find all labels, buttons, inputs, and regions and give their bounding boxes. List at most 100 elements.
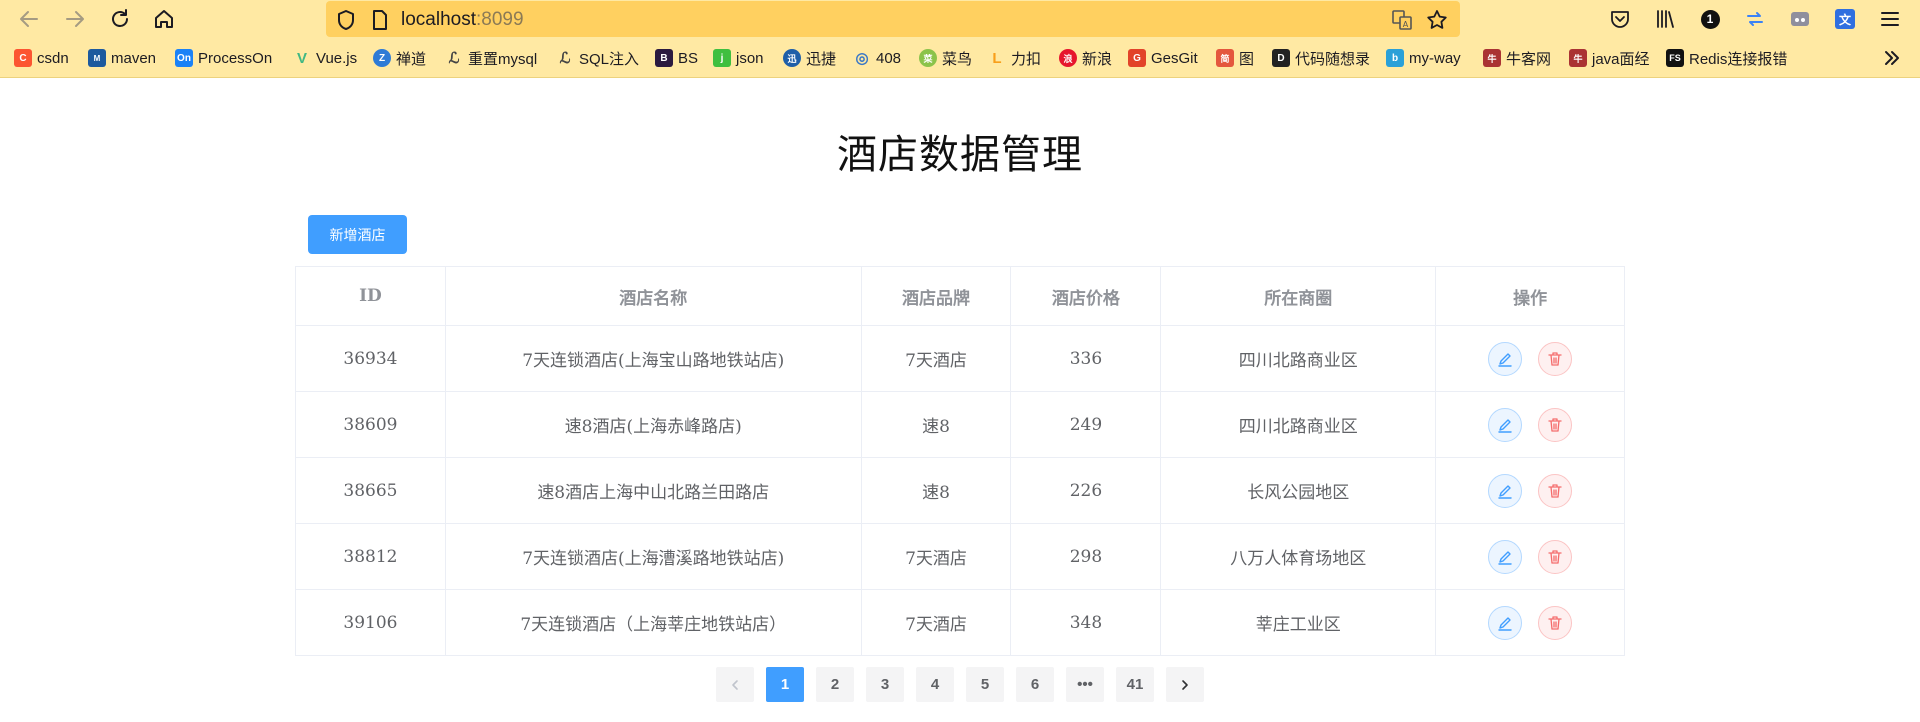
bookmark-image[interactable]: 简图 (1216, 47, 1254, 69)
more-pages-button[interactable]: ••• (1066, 667, 1104, 702)
bookmark-xunjie[interactable]: 迅迅捷 (783, 47, 836, 69)
bookmark-nowcoder[interactable]: 牛牛客网 (1483, 47, 1551, 69)
nowcoder-icon: 牛 (1483, 49, 1501, 67)
chevron-left-icon (732, 679, 738, 690)
delete-icon (1548, 417, 1562, 432)
bookmark-json[interactable]: j json (713, 47, 764, 69)
bookmark-redis-error[interactable]: FS Redis连接报错 (1666, 47, 1787, 69)
translate-extension-icon[interactable]: 文 (1830, 4, 1860, 34)
pagination: 1 2 3 4 5 6 ••• 41 (716, 667, 1216, 702)
bookmark-sql-injection[interactable]: ℒ SQL注入 (556, 47, 639, 69)
cell-id: 38665 (296, 458, 446, 523)
url-text[interactable]: localhost:8099 (401, 9, 524, 31)
svg-text:文: 文 (1839, 12, 1852, 27)
bookmark-java-interview[interactable]: 牛 java面经 (1569, 47, 1650, 69)
cell-brand: 7天酒店 (862, 326, 1012, 391)
cell-actions (1436, 326, 1626, 391)
bookmark-gesgit[interactable]: G GesGit (1128, 47, 1198, 69)
cell-price: 249 (1011, 392, 1162, 457)
bookmarks-overflow-button[interactable] (1883, 47, 1901, 69)
shield-icon[interactable] (332, 6, 360, 34)
bookmarks-bar: Ccsdn Mmaven On ProcessOn V Vue.js Z 禅道 ℒ 重置… (0, 38, 1920, 78)
cell-price: 298 (1011, 524, 1162, 589)
bookmark-reset-mysql[interactable]: ℒ 重置mysql (445, 47, 538, 69)
address-bar[interactable]: localhost:8099 A (326, 1, 1460, 37)
edit-button[interactable] (1488, 407, 1523, 442)
table-row: 39106 7天连锁酒店（上海莘庄地铁站店） 7天酒店 348 莘庄工业区 (296, 590, 1626, 656)
next-page-button[interactable] (1166, 667, 1204, 702)
runoob-icon: 菜 (919, 49, 937, 67)
page-button-2[interactable]: 2 (816, 667, 854, 702)
bookmark-leetcode[interactable]: L 力扣 (988, 47, 1041, 69)
bookmark-bs[interactable]: B BS (655, 47, 698, 69)
back-button[interactable] (14, 5, 44, 33)
delete-button[interactable] (1538, 605, 1573, 640)
cell-name: 7天连锁酒店（上海莘庄地铁站店） (446, 590, 862, 655)
cell-id: 36934 (296, 326, 446, 391)
add-hotel-button[interactable]: 新增酒店 (308, 215, 407, 254)
csdn-icon: C (14, 49, 32, 67)
delete-button[interactable] (1538, 539, 1573, 574)
bookmark-zentao[interactable]: Z 禅道 (373, 47, 426, 69)
edit-button[interactable] (1488, 473, 1523, 508)
forward-button[interactable] (60, 5, 90, 33)
edit-icon (1498, 418, 1512, 433)
extension-counter-icon[interactable]: 1 (1695, 4, 1725, 34)
edit-icon (1498, 352, 1512, 367)
double-chevron-right-icon (1885, 51, 1899, 65)
cell-brand: 速8 (862, 392, 1012, 457)
nowcoder-icon: 牛 (1569, 49, 1587, 67)
edit-button[interactable] (1488, 539, 1523, 574)
page-title: 酒店数据管理 (837, 132, 1083, 178)
table-row: 36934 7天连锁酒店(上海宝山路地铁站店) 7天酒店 336 四川北路商业区 (296, 326, 1626, 392)
bookmark-sina[interactable]: 浪新浪 (1059, 47, 1112, 69)
library-icon[interactable] (1650, 4, 1680, 34)
delete-button[interactable] (1538, 341, 1573, 376)
page-button-5[interactable]: 5 (966, 667, 1004, 702)
bookmark-my-way[interactable]: b my-way (1386, 47, 1461, 69)
translate-icon[interactable]: A (1388, 6, 1416, 34)
edit-button[interactable] (1488, 341, 1523, 376)
maven-icon: M (88, 49, 106, 67)
cell-name: 7天连锁酒店(上海宝山路地铁站店) (446, 326, 862, 391)
container-icon[interactable] (1785, 4, 1815, 34)
home-button[interactable] (149, 5, 179, 33)
prev-page-button[interactable] (716, 667, 754, 702)
cell-name: 速8酒店上海中山北路兰田路店 (446, 458, 862, 523)
bookmark-csdn[interactable]: Ccsdn (14, 47, 69, 69)
page-button-6[interactable]: 6 (1016, 667, 1054, 702)
forward-arrow-icon (66, 11, 84, 27)
bookmark-star-icon[interactable] (1423, 6, 1451, 34)
cell-area: 四川北路商业区 (1161, 392, 1437, 457)
bilibili-icon: b (1386, 49, 1404, 67)
edit-button[interactable] (1488, 605, 1523, 640)
page-button-1[interactable]: 1 (766, 667, 804, 702)
bookmark-processon[interactable]: On ProcessOn (175, 47, 272, 69)
cell-actions (1436, 524, 1626, 589)
reload-button[interactable] (105, 5, 135, 33)
image-icon: 简 (1216, 49, 1234, 67)
menu-icon[interactable] (1875, 4, 1905, 34)
bookmark-runoob[interactable]: 菜菜鸟 (919, 47, 972, 69)
bookmark-daimasuixianglu[interactable]: D 代码随想录 (1272, 47, 1370, 69)
page-button-41[interactable]: 41 (1116, 667, 1154, 702)
cell-name: 速8酒店(上海赤峰路店) (446, 392, 862, 457)
bookmark-408[interactable]: ◎ 408 (853, 47, 901, 69)
pocket-icon[interactable] (1605, 4, 1635, 34)
delete-button[interactable] (1538, 407, 1573, 442)
page-button-4[interactable]: 4 (916, 667, 954, 702)
cell-area: 长风公园地区 (1161, 458, 1437, 523)
cell-brand: 7天酒店 (862, 524, 1012, 589)
cell-area: 莘庄工业区 (1161, 590, 1437, 655)
page-info-icon[interactable] (366, 6, 394, 34)
bookmark-maven[interactable]: Mmaven (88, 47, 156, 69)
bookmark-vuejs[interactable]: V Vue.js (293, 47, 357, 69)
feather-icon: ℒ (559, 50, 571, 67)
code-icon: D (1272, 49, 1290, 67)
sync-icon[interactable] (1740, 4, 1770, 34)
column-header-id: ID (296, 267, 446, 325)
page-button-3[interactable]: 3 (866, 667, 904, 702)
delete-button[interactable] (1538, 473, 1573, 508)
zentao-icon: Z (373, 49, 391, 67)
edit-icon (1498, 484, 1512, 499)
